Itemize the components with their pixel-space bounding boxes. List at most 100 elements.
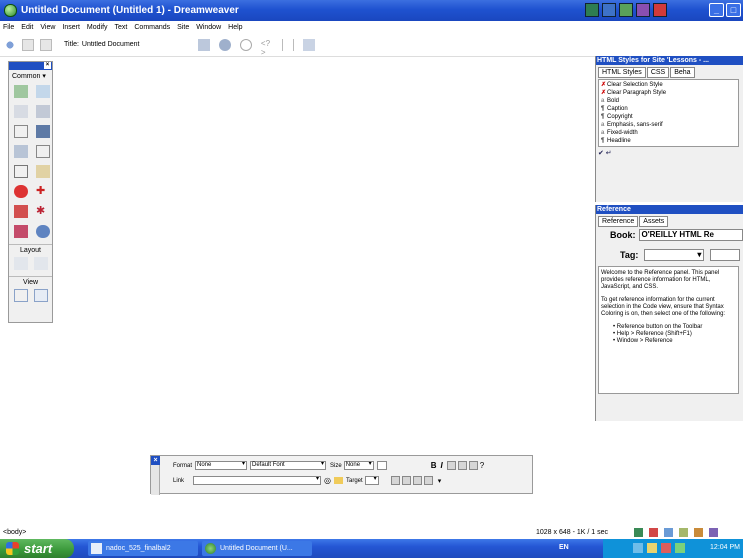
tab-behaviors[interactable]: Beha — [670, 67, 695, 78]
tab-css-styles[interactable]: CSS — [646, 67, 670, 78]
menu-edit[interactable]: Edit — [21, 24, 33, 31]
outdent-icon[interactable] — [412, 476, 422, 485]
menu-window[interactable]: Window — [196, 24, 221, 31]
taskbar-item[interactable]: nadoc_525_finalbal2 — [88, 541, 198, 556]
objects-panel-titlebar[interactable]: × — [9, 62, 52, 70]
language-indicator[interactable]: EN — [559, 544, 569, 551]
bold-button[interactable]: B — [431, 461, 437, 470]
volume-icon[interactable] — [647, 543, 657, 553]
unordered-list-icon[interactable] — [390, 476, 400, 485]
clock[interactable]: 12:04 PM — [710, 544, 740, 551]
list-item[interactable]: ✗Clear Paragraph Style — [601, 89, 736, 97]
point-to-file-icon[interactable]: ◎ — [324, 476, 331, 485]
update-icon[interactable] — [675, 543, 685, 553]
align-center-icon[interactable] — [457, 461, 467, 470]
dreamweaver-app-icon[interactable] — [4, 4, 17, 17]
server-side-include-icon[interactable] — [36, 165, 50, 178]
ordered-list-icon[interactable] — [401, 476, 411, 485]
properties-panel-titlebar[interactable]: × — [151, 456, 160, 495]
book-select[interactable]: O'REILLY HTML Re — [638, 228, 743, 241]
insert-tabular-data-icon[interactable] — [36, 105, 50, 118]
tab-reference[interactable]: Reference — [598, 216, 639, 227]
standard-view-icon[interactable] — [14, 289, 28, 302]
draw-layout-table-icon[interactable] — [34, 257, 48, 270]
site-icon[interactable] — [634, 528, 643, 537]
view-options-icon[interactable] — [302, 38, 315, 51]
menu-modify[interactable]: Modify — [87, 24, 108, 31]
preview-in-browser-icon[interactable] — [218, 38, 231, 51]
menu-help[interactable]: Help — [228, 24, 242, 31]
menu-insert[interactable]: Insert — [62, 24, 80, 31]
italic-button[interactable]: I — [440, 461, 442, 470]
insert-date-icon[interactable] — [14, 165, 28, 178]
insert-frames-icon[interactable] — [36, 145, 50, 158]
list-item[interactable]: a Emphasis, sans-serif — [601, 121, 736, 129]
css-styles-icon[interactable] — [636, 3, 650, 17]
font-select[interactable]: Default Font — [250, 461, 327, 470]
layout-view-icon[interactable] — [34, 289, 48, 302]
align-right-icon[interactable] — [468, 461, 478, 470]
browse-folder-icon[interactable] — [334, 477, 343, 484]
navigation-bar-icon[interactable] — [36, 125, 50, 138]
reference-icon[interactable] — [281, 38, 294, 51]
html-styles-panel-header[interactable]: HTML Styles for Site 'Lessons - ... — [596, 56, 743, 65]
design-view-icon[interactable] — [40, 38, 52, 51]
document-title-input[interactable] — [81, 39, 164, 50]
taskbar-item-active[interactable]: Untitled Document (U... — [202, 541, 312, 556]
attribute-select[interactable] — [710, 248, 741, 261]
reference-panel-header[interactable]: Reference — [596, 205, 743, 214]
refresh-icon[interactable] — [239, 38, 252, 51]
minimize-button[interactable]: _ — [709, 3, 724, 17]
list-item[interactable]: ¶ Caption — [601, 105, 736, 113]
menu-commands[interactable]: Commands — [134, 24, 170, 31]
indent-icon[interactable] — [423, 476, 433, 485]
apply-icon[interactable]: ✔ ↵ — [598, 150, 612, 157]
link-input[interactable] — [193, 476, 322, 485]
assets-icon[interactable] — [649, 528, 658, 537]
insert-shockwave-icon[interactable] — [14, 205, 28, 218]
insert-fireworks-html-icon[interactable] — [14, 225, 28, 238]
styles-icon[interactable] — [664, 528, 673, 537]
code-view-icon[interactable] — [4, 38, 16, 51]
insert-generator-icon[interactable]: ✱ — [36, 205, 50, 218]
close-icon[interactable]: × — [44, 62, 51, 69]
tab-html-styles[interactable]: HTML Styles — [598, 67, 646, 78]
network-icon[interactable] — [633, 543, 643, 553]
objects-category-select[interactable]: Common ▾ — [9, 70, 52, 82]
code-inspector-icon[interactable] — [709, 528, 718, 537]
behaviors-icon[interactable] — [653, 3, 667, 17]
help-icon[interactable]: ? — [480, 461, 484, 470]
behaviors-icon[interactable] — [679, 528, 688, 537]
start-button[interactable]: start — [0, 539, 74, 558]
menu-site[interactable]: Site — [177, 24, 189, 31]
insert-table-icon[interactable] — [14, 105, 28, 118]
security-icon[interactable] — [661, 543, 671, 553]
expand-arrow-icon[interactable]: ▾ — [438, 477, 442, 485]
tag-select[interactable]: ▾ — [644, 248, 705, 261]
target-select[interactable] — [364, 476, 379, 485]
tag-selector[interactable]: <body> — [3, 529, 26, 536]
html-styles-icon[interactable] — [619, 3, 633, 17]
list-item[interactable]: ✗Clear Selection Style — [601, 81, 736, 89]
split-view-icon[interactable] — [22, 38, 34, 51]
insert-plugin-icon[interactable] — [36, 225, 50, 238]
text-color-swatch[interactable] — [376, 461, 387, 470]
draw-layer-icon[interactable] — [14, 125, 28, 138]
insert-flash-icon[interactable]: ✚ — [36, 185, 50, 198]
list-item[interactable]: ¶ Headline — [601, 137, 736, 145]
close-icon[interactable]: × — [151, 456, 160, 465]
site-window-icon[interactable] — [585, 3, 599, 17]
assets-window-icon[interactable] — [602, 3, 616, 17]
list-item[interactable]: ¶ Copyright — [601, 113, 736, 121]
insert-rollover-icon[interactable] — [36, 85, 50, 98]
insert-email-link-icon[interactable] — [14, 185, 28, 198]
history-icon[interactable] — [694, 528, 703, 537]
menu-file[interactable]: File — [3, 24, 14, 31]
tab-assets[interactable]: Assets — [639, 216, 669, 227]
horizontal-rule-icon[interactable] — [14, 145, 28, 158]
file-management-icon[interactable] — [197, 38, 210, 51]
align-left-icon[interactable] — [446, 461, 456, 470]
menu-view[interactable]: View — [40, 24, 55, 31]
menu-text[interactable]: Text — [115, 24, 128, 31]
code-navigation-icon[interactable]: <?> — [261, 39, 273, 57]
